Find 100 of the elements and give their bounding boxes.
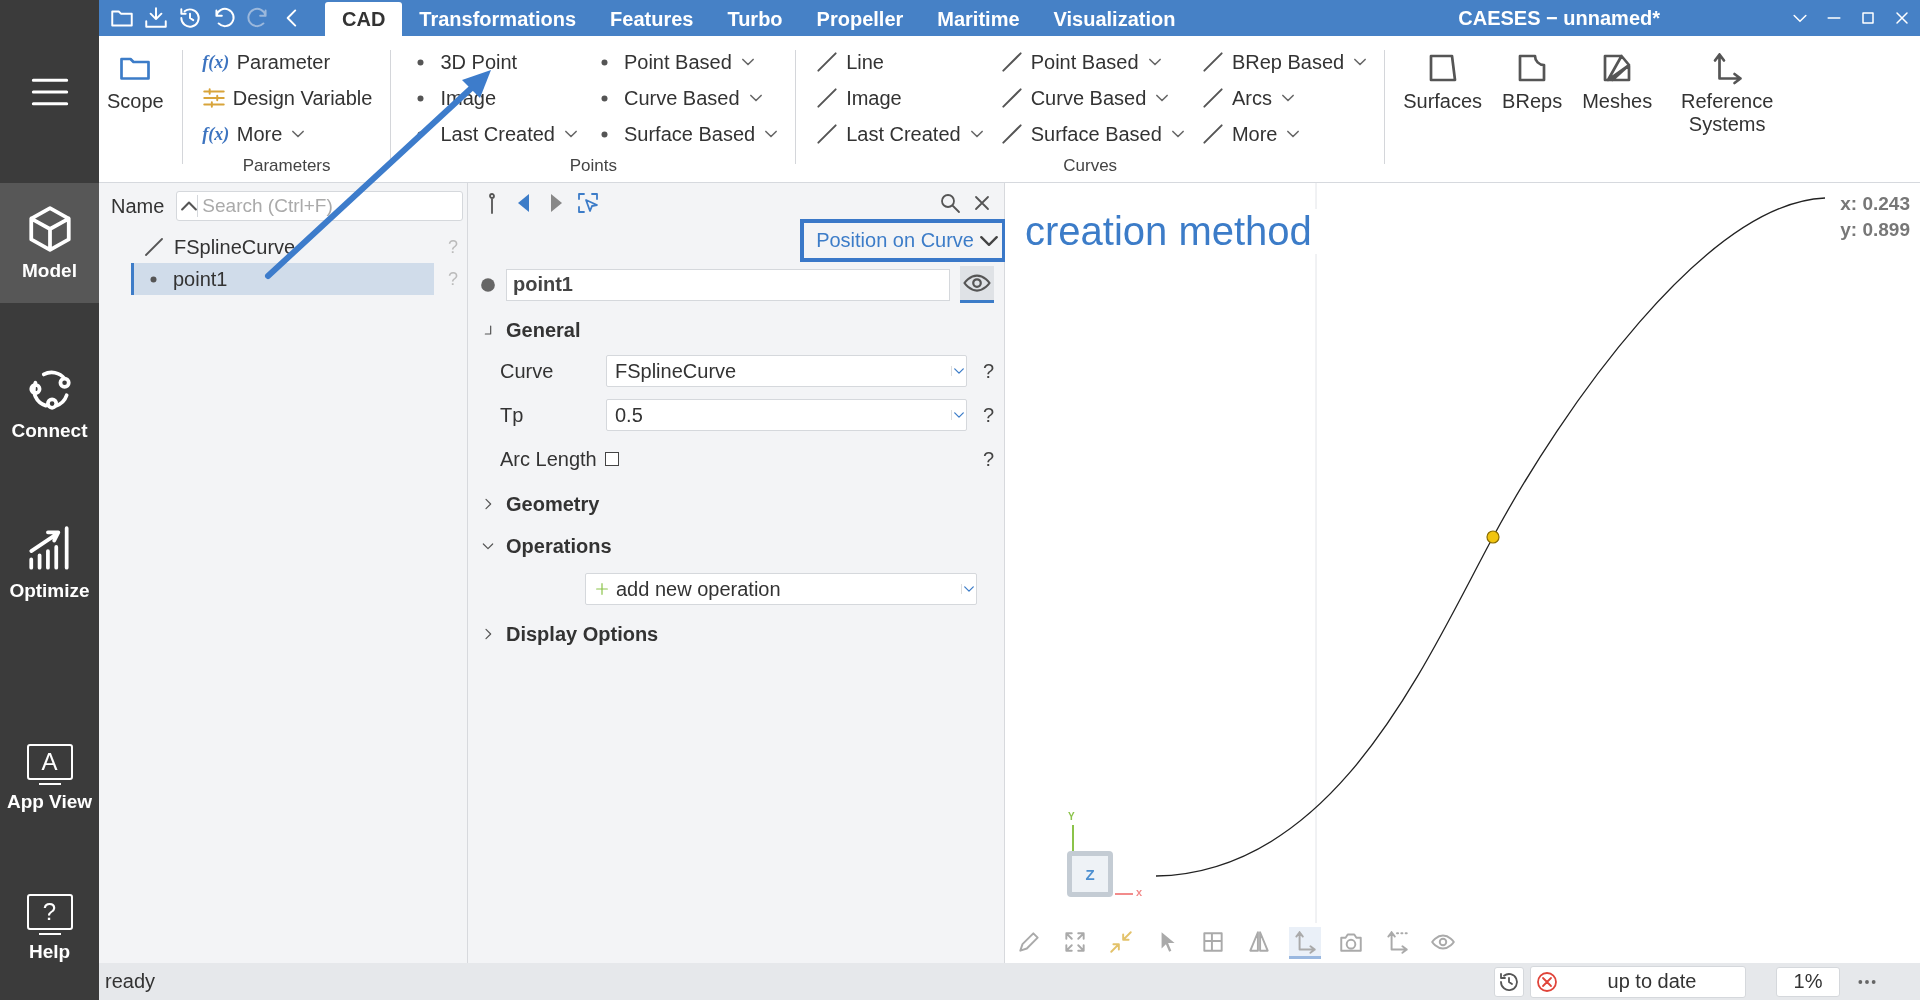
help-mark[interactable]: ? [982, 403, 994, 427]
ribbon-button[interactable]: Surface Based [592, 116, 778, 152]
nav-item[interactable]: Model [0, 183, 99, 303]
ribbon-button[interactable]: f(x) Parameter [200, 44, 373, 80]
search-icon[interactable] [938, 191, 962, 215]
coordinate-readout: x: 0.243 [1840, 192, 1910, 216]
caret-icon [1354, 56, 1367, 68]
ribbon-button[interactable]: Surface Based [998, 116, 1184, 152]
ribbon-tab[interactable]: Maritime [920, 2, 1037, 36]
section-header[interactable]: Geometry [480, 489, 994, 519]
section-header[interactable]: Operations [480, 531, 994, 561]
plus-icon [594, 581, 610, 597]
caret-icon [970, 128, 983, 140]
history-button[interactable] [1494, 966, 1524, 997]
axes-icon [1292, 928, 1318, 955]
sliders-icon [200, 85, 227, 111]
caret-icon [741, 56, 754, 68]
caret-icon [749, 92, 762, 104]
status-text: ready [105, 970, 156, 993]
progress-field: 1% [1776, 966, 1840, 997]
ribbon-button[interactable]: BRep Based [1199, 44, 1367, 80]
nav-item[interactable]: Connect [0, 343, 99, 463]
caret-icon [1156, 92, 1169, 104]
help-mark[interactable]: ? [982, 359, 994, 383]
column-header[interactable]: Name [107, 194, 169, 218]
viewport-tool[interactable] [1289, 927, 1321, 959]
dot-icon [600, 130, 608, 138]
dot-icon [480, 276, 496, 293]
update-status: up to date [1530, 965, 1746, 998]
curve-point [1486, 530, 1500, 544]
dot-icon [417, 94, 425, 102]
caret-icon [765, 128, 778, 140]
dot-icon [417, 58, 425, 66]
ribbon-button[interactable]: 3D Point [409, 44, 577, 80]
ribbon-button[interactable]: Curve Based [998, 80, 1184, 116]
tree-item[interactable]: point1 [131, 263, 434, 295]
history-icon[interactable] [177, 5, 203, 31]
caret-icon [950, 410, 966, 420]
caret-icon [564, 128, 577, 140]
dot-icon [150, 275, 157, 283]
checkbox[interactable] [604, 452, 619, 466]
ribbon-button[interactable]: Image [814, 80, 983, 116]
select-frame-icon[interactable] [576, 191, 600, 215]
caret-icon [1171, 128, 1184, 140]
shrink-icon [1108, 928, 1134, 955]
ribbon-button[interactable]: Curve Based [592, 80, 778, 116]
function-icon: f(x) [200, 51, 231, 73]
ribbon-button[interactable]: Line [814, 44, 983, 80]
section-header[interactable]: Display Options [480, 619, 994, 649]
group-caption: Parameters [241, 156, 332, 177]
ribbon-button[interactable]: Design Variable [200, 80, 373, 116]
ribbon-button[interactable]: Point Based [592, 44, 778, 80]
caret-icon [961, 584, 976, 594]
ribbon-button[interactable]: Arcs [1199, 80, 1367, 116]
ribbon-button[interactable]: Scope [107, 50, 164, 113]
coordinate-readout: y: 0.899 [1840, 218, 1910, 242]
dot-icon [600, 94, 608, 102]
ribbon-tab[interactable]: Features [593, 2, 711, 36]
caret-icon [950, 366, 966, 376]
group-caption: Curves [1062, 156, 1119, 177]
method-dropdown[interactable]: Position on Curve [800, 219, 1006, 262]
caret-icon [1148, 56, 1161, 68]
nav-item[interactable]: Optimize [0, 503, 99, 623]
ribbon-tab[interactable]: CAD [325, 2, 403, 36]
download-icon[interactable] [143, 5, 169, 31]
caret-icon [1281, 92, 1294, 104]
axes-icon [1384, 928, 1410, 955]
ribbon-button[interactable]: Surfaces [1403, 50, 1483, 136]
nav-item[interactable]: ? Help [0, 868, 99, 988]
field-label: Tp [500, 403, 525, 427]
ribbon-button[interactable]: More [1199, 116, 1367, 152]
eye-icon[interactable] [960, 266, 994, 303]
window-title: CAESES − unnamed* [1458, 6, 1660, 30]
mirror-icon [1246, 928, 1272, 955]
ribbon-tab[interactable]: Turbo [710, 2, 800, 36]
ribbon-button[interactable]: Reference Systems [1672, 50, 1783, 136]
combo-field[interactable]: FSplineCurve [606, 355, 967, 387]
function-icon: f(x) [200, 123, 231, 145]
axis-line [1115, 893, 1133, 895]
section-header[interactable]: General [480, 315, 994, 345]
group-caption: Points [568, 156, 618, 177]
name-field[interactable]: point1 [506, 268, 950, 301]
ribbon-button[interactable]: Meshes [1582, 50, 1653, 136]
ribbon-tab[interactable]: Propeller [799, 2, 921, 36]
error-icon [1535, 969, 1559, 994]
ribbon-tab[interactable]: Transformations [402, 2, 594, 36]
ribbon-button[interactable]: Last Created [814, 116, 983, 152]
field-label: Arc Length [500, 447, 597, 471]
ribbon-button[interactable]: BReps [1502, 50, 1563, 136]
axis-label: x [1136, 886, 1143, 898]
ribbon-tab[interactable]: Visualization [1036, 2, 1193, 36]
caret-icon [1287, 128, 1300, 140]
ribbon-button[interactable]: f(x) More [200, 116, 373, 152]
help-mark[interactable]: ? [982, 447, 994, 471]
tree-item[interactable]: FSplineCurve [131, 231, 434, 263]
nav-item[interactable]: A App View [0, 718, 99, 838]
combo-field[interactable]: 0.5 [606, 399, 967, 431]
search-field[interactable]: Search (Ctrl+F) [176, 191, 463, 221]
ribbon-button[interactable]: Point Based [998, 44, 1184, 80]
operation-dropdown[interactable]: add new operation [585, 573, 977, 605]
